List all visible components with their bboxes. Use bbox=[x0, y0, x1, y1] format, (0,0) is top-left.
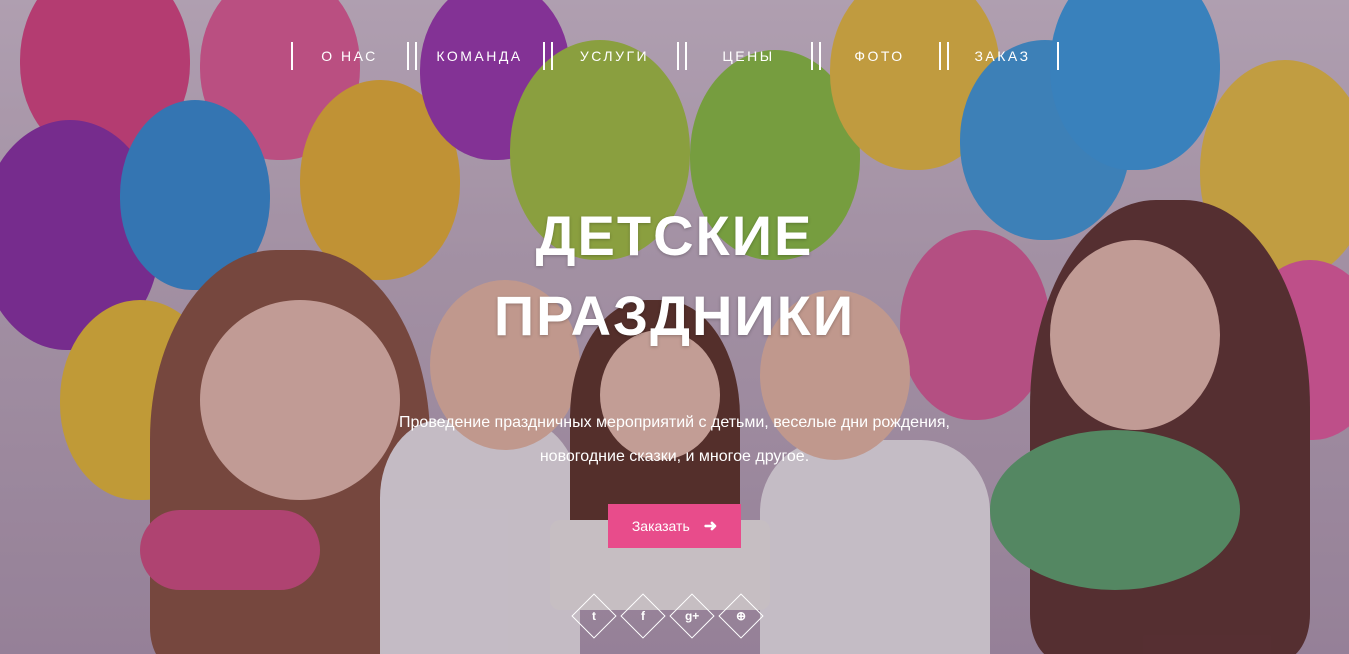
google-plus-glyph: g+ bbox=[684, 609, 700, 623]
social-links: t f g+ ⊕ bbox=[571, 593, 764, 639]
hero-title-line-1: ДЕТСКИЕ bbox=[535, 204, 814, 267]
hero-subtitle-line-2: новогодние сказки, и многое другое. bbox=[539, 448, 810, 465]
hero-title-line-2: ПРАЗДНИКИ bbox=[493, 284, 856, 347]
nav-item-prices[interactable]: ЦЕНЫ bbox=[684, 42, 813, 70]
twitter-icon[interactable]: t bbox=[571, 593, 617, 639]
hero-subtitle-line-1: Проведение праздничных мероприятий с дет… bbox=[399, 414, 950, 431]
main-nav: О НАС КОМАНДА УСЛУГИ ЦЕНЫ ФОТО ЗАКАЗ bbox=[0, 42, 1349, 70]
hero-subtitle: Проведение праздничных мероприятий с дет… bbox=[0, 406, 1349, 474]
nav-item-about[interactable]: О НАС bbox=[290, 42, 409, 70]
facebook-glyph: f bbox=[641, 609, 645, 623]
order-button-label: Заказать bbox=[631, 518, 690, 534]
arrow-right-icon: ➜ bbox=[703, 518, 718, 535]
dribbble-icon[interactable]: ⊕ bbox=[718, 593, 764, 639]
nav-item-order[interactable]: ЗАКАЗ bbox=[946, 42, 1059, 70]
twitter-glyph: t bbox=[592, 609, 596, 623]
nav-item-team[interactable]: КОМАНДА bbox=[414, 42, 545, 70]
google-plus-icon[interactable]: g+ bbox=[669, 593, 715, 639]
order-button[interactable]: Заказать ➜ bbox=[608, 504, 741, 548]
dribbble-glyph: ⊕ bbox=[735, 609, 747, 623]
facebook-icon[interactable]: f bbox=[620, 593, 666, 639]
hero-title: ДЕТСКИЕ ПРАЗДНИКИ bbox=[0, 196, 1349, 356]
nav-item-services[interactable]: УСЛУГИ bbox=[550, 42, 679, 70]
nav-item-photo[interactable]: ФОТО bbox=[818, 42, 941, 70]
